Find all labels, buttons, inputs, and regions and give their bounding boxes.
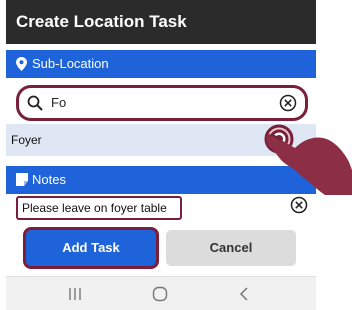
cancel-button[interactable]: Cancel bbox=[166, 230, 296, 266]
system-nav-bar bbox=[6, 276, 316, 310]
result-label: Foyer bbox=[11, 133, 42, 147]
clear-search-icon[interactable] bbox=[279, 94, 297, 117]
notes-label: Notes bbox=[32, 172, 66, 187]
pointing-hand-icon bbox=[266, 133, 352, 195]
sub-location-header: Sub-Location bbox=[6, 50, 316, 78]
title-bar: Create Location Task bbox=[6, 0, 316, 44]
clear-notes-icon[interactable] bbox=[290, 196, 308, 219]
notes-input[interactable]: Please leave on foyer table bbox=[16, 196, 182, 220]
add-task-button[interactable]: Add Task bbox=[26, 230, 156, 266]
recent-apps-icon[interactable] bbox=[68, 287, 82, 306]
back-chevron-icon[interactable] bbox=[238, 287, 250, 306]
page-title: Create Location Task bbox=[16, 12, 187, 31]
search-icon bbox=[27, 95, 43, 116]
sub-location-search-input[interactable]: Fo bbox=[16, 85, 308, 121]
home-icon[interactable] bbox=[152, 286, 168, 307]
map-pin-icon bbox=[16, 57, 27, 76]
note-icon bbox=[16, 173, 28, 191]
notes-value[interactable]: Please leave on foyer table bbox=[22, 201, 167, 215]
search-value[interactable]: Fo bbox=[51, 95, 66, 110]
sub-location-label: Sub-Location bbox=[32, 56, 109, 71]
